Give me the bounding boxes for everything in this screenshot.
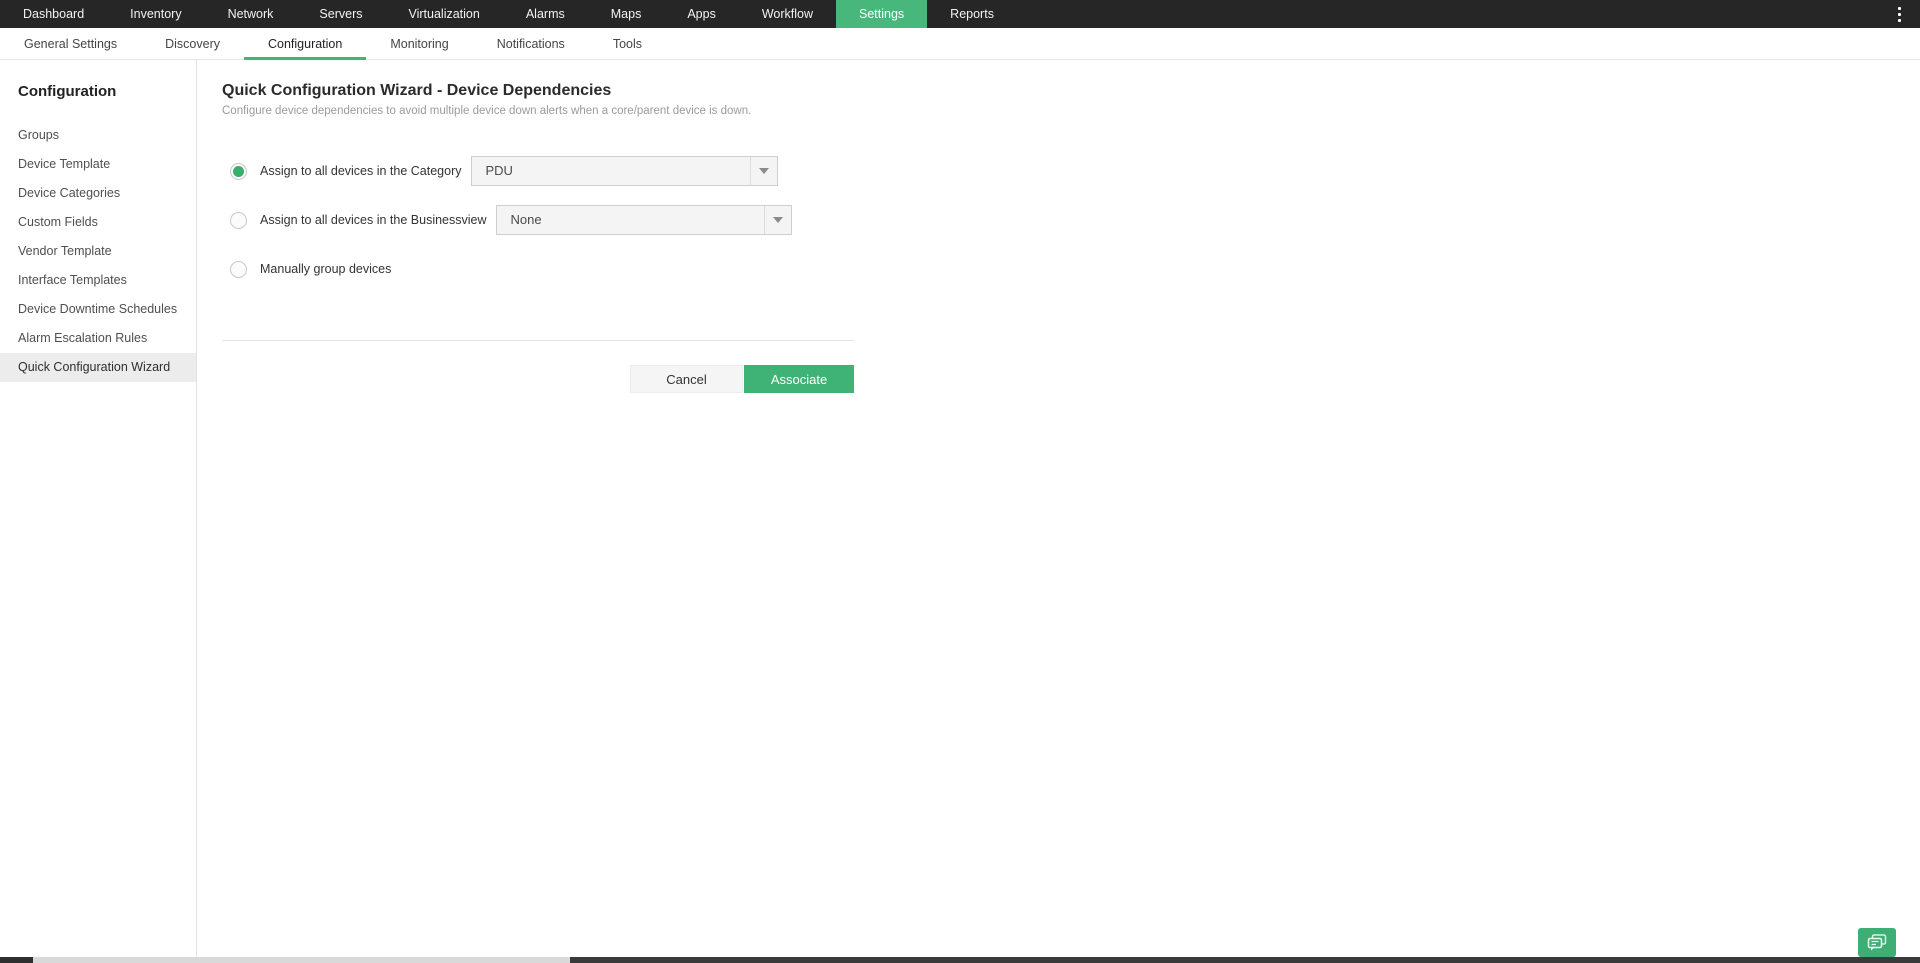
dropdown-value: None	[497, 206, 764, 234]
configuration-sidebar: Configuration GroupsDevice TemplateDevic…	[0, 60, 197, 957]
kebab-menu-icon[interactable]	[1878, 0, 1920, 28]
dependency-option-row: Assign to all devices in the Businessvie…	[222, 205, 1920, 235]
sidebar-item-device-categories[interactable]: Device Categories	[0, 179, 196, 208]
cancel-button[interactable]: Cancel	[630, 365, 743, 393]
option-label[interactable]: Assign to all devices in the Category	[260, 164, 462, 178]
sidebar-item-device-template[interactable]: Device Template	[0, 150, 196, 179]
horizontal-scrollbar[interactable]	[0, 957, 1920, 963]
sidebar-item-alarm-escalation-rules[interactable]: Alarm Escalation Rules	[0, 324, 196, 353]
assign-to-all-devices-in-the-category-radio[interactable]	[230, 163, 247, 180]
topnav-item-dashboard[interactable]: Dashboard	[0, 0, 107, 28]
topnav-item-alarms[interactable]: Alarms	[503, 0, 588, 28]
tab-monitoring[interactable]: Monitoring	[366, 28, 472, 59]
topnav-item-settings[interactable]: Settings	[836, 0, 927, 28]
topnav-item-inventory[interactable]: Inventory	[107, 0, 204, 28]
dependency-option-row: Assign to all devices in the Category PDU	[222, 156, 1920, 186]
topnav-item-maps[interactable]: Maps	[588, 0, 665, 28]
businessview-dropdown[interactable]: None	[496, 205, 792, 235]
dropdown-value: PDU	[472, 157, 750, 185]
page-title: Quick Configuration Wizard - Device Depe…	[222, 82, 1920, 100]
chevron-down-icon[interactable]	[750, 157, 777, 185]
sidebar-item-interface-templates[interactable]: Interface Templates	[0, 266, 196, 295]
scrollbar-thumb[interactable]	[570, 957, 1920, 963]
sidebar-item-quick-configuration-wizard[interactable]: Quick Configuration Wizard	[0, 353, 196, 382]
assign-to-all-devices-in-the-businessview-radio[interactable]	[230, 212, 247, 229]
sidebar-item-device-downtime-schedules[interactable]: Device Downtime Schedules	[0, 295, 196, 324]
associate-button[interactable]: Associate	[744, 365, 854, 393]
manually-group-devices-radio[interactable]	[230, 261, 247, 278]
section-divider	[222, 340, 854, 341]
scrollbar-left-segment	[0, 957, 33, 963]
settings-tab-bar: General SettingsDiscoveryConfigurationMo…	[0, 28, 1920, 60]
topnav-item-virtualization[interactable]: Virtualization	[386, 0, 503, 28]
sidebar-item-groups[interactable]: Groups	[0, 121, 196, 150]
topnav-item-reports[interactable]: Reports	[927, 0, 1017, 28]
tab-configuration[interactable]: Configuration	[244, 28, 366, 59]
action-buttons: Cancel Associate	[222, 365, 854, 393]
sidebar-item-vendor-template[interactable]: Vendor Template	[0, 237, 196, 266]
chat-bubbles-icon	[1866, 934, 1888, 951]
tab-general-settings[interactable]: General Settings	[0, 28, 141, 59]
chevron-down-icon[interactable]	[764, 206, 791, 234]
dependency-option-row: Manually group devices	[222, 254, 1920, 284]
option-label[interactable]: Manually group devices	[260, 262, 391, 276]
topnav-item-servers[interactable]: Servers	[296, 0, 385, 28]
page-subtitle: Configure device dependencies to avoid m…	[222, 105, 1920, 117]
top-navigation-bar: DashboardInventoryNetworkServersVirtuali…	[0, 0, 1920, 28]
sidebar-heading: Configuration	[0, 83, 196, 100]
option-label[interactable]: Assign to all devices in the Businessvie…	[260, 213, 487, 227]
sidebar-item-custom-fields[interactable]: Custom Fields	[0, 208, 196, 237]
chat-button[interactable]	[1858, 928, 1896, 957]
page-body: Configuration GroupsDevice TemplateDevic…	[0, 60, 1920, 957]
tab-notifications[interactable]: Notifications	[473, 28, 589, 59]
category-dropdown[interactable]: PDU	[471, 156, 778, 186]
tab-tools[interactable]: Tools	[589, 28, 666, 59]
main-content: Quick Configuration Wizard - Device Depe…	[197, 60, 1920, 957]
dependency-options: Assign to all devices in the Category PDU…	[222, 156, 1920, 284]
topnav-item-apps[interactable]: Apps	[664, 0, 739, 28]
topnav-item-workflow[interactable]: Workflow	[739, 0, 836, 28]
topnav-item-network[interactable]: Network	[205, 0, 297, 28]
tab-discovery[interactable]: Discovery	[141, 28, 244, 59]
